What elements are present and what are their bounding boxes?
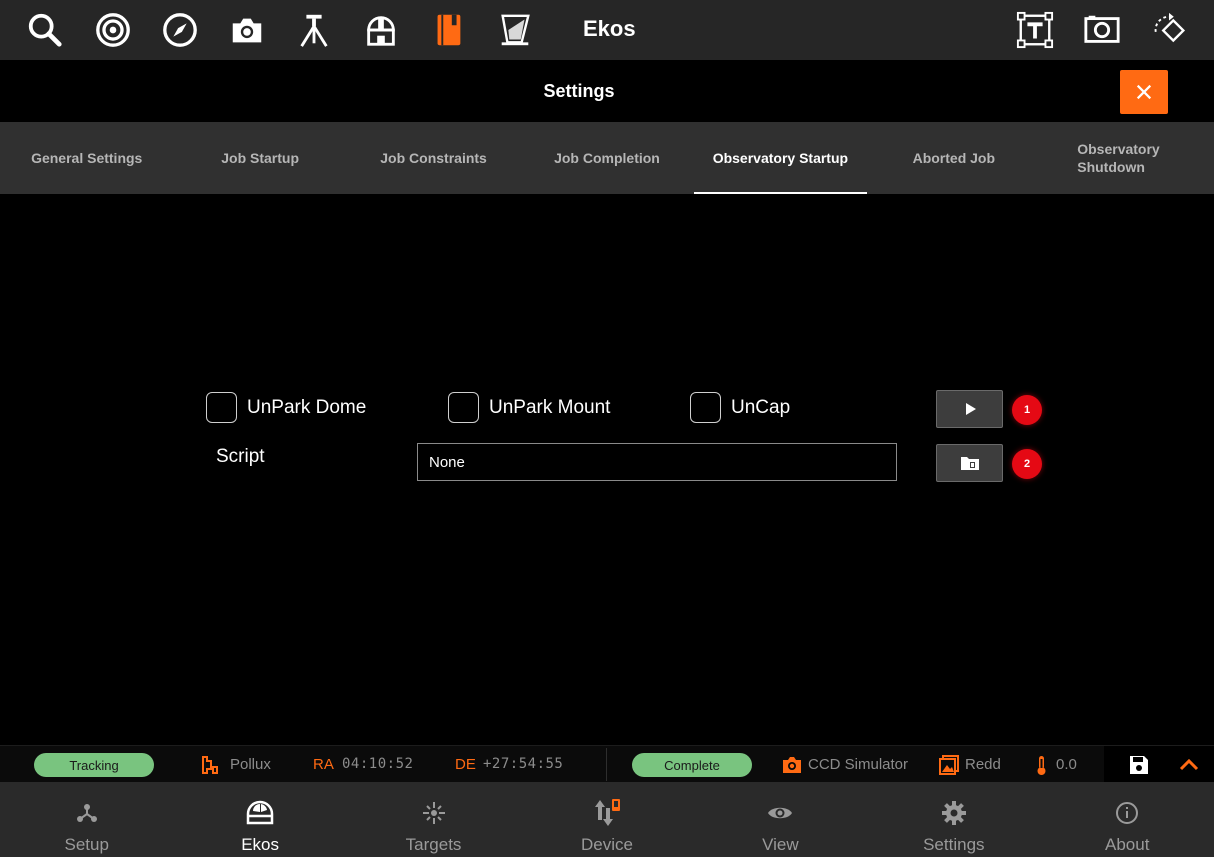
nav-ekos-label: Ekos [241, 835, 280, 854]
eye-icon [763, 796, 797, 830]
tab-job-constraints[interactable]: Job Constraints [347, 122, 520, 194]
uncap-option[interactable]: UnCap [690, 392, 790, 423]
camera-status-icon [783, 757, 801, 773]
unpark-mount-label: UnPark Mount [489, 396, 611, 418]
settings-header: Settings [0, 60, 1214, 122]
nav-view-label: View [762, 835, 799, 854]
gear-icon [937, 796, 971, 830]
target-icon[interactable] [92, 9, 134, 51]
tab-general-settings[interactable]: General Settings [0, 122, 173, 194]
run-startup-button[interactable] [936, 390, 1003, 428]
uncap-checkbox[interactable] [690, 392, 721, 423]
info-icon [1110, 796, 1144, 830]
de-value: +27:54:55 [483, 756, 564, 772]
unpark-dome-option[interactable]: UnPark Dome [206, 392, 366, 423]
status-actions [1104, 746, 1214, 783]
observatory-icon[interactable] [360, 9, 402, 51]
setup-icon [70, 796, 104, 830]
chevron-up-icon[interactable] [1178, 754, 1200, 776]
filter-icon [939, 755, 959, 775]
script-input[interactable]: None [417, 443, 897, 481]
nav-ekos[interactable]: Ekos [173, 782, 346, 857]
device-icon [590, 796, 624, 830]
bottom-navigation: Setup Ekos Targets Device View Settings [0, 782, 1214, 857]
nav-view[interactable]: View [694, 782, 867, 857]
temperature-value: 0.0 [1056, 756, 1077, 773]
script-label: Script [216, 446, 265, 467]
compass-icon[interactable] [159, 9, 201, 51]
targets-icon [417, 796, 451, 830]
close-button[interactable] [1120, 70, 1168, 114]
nav-device[interactable]: Device [520, 782, 693, 857]
tab-job-completion[interactable]: Job Completion [520, 122, 693, 194]
unpark-mount-option[interactable]: UnPark Mount [448, 392, 610, 423]
observatory-startup-panel: UnPark Dome UnPark Mount UnCap 1 Script … [0, 194, 1214, 745]
unpark-mount-checkbox[interactable] [448, 392, 479, 423]
nav-settings[interactable]: Settings [867, 782, 1040, 857]
tab-observatory-shutdown[interactable]: Observatory Shutdown [1041, 122, 1214, 194]
capture-status: Complete [664, 757, 720, 773]
camera-name: CCD Simulator [808, 756, 909, 773]
tab-job-startup[interactable]: Job Startup [173, 122, 346, 194]
notebook-icon[interactable] [427, 9, 469, 51]
search-icon[interactable] [24, 9, 66, 51]
close-icon [1136, 84, 1152, 100]
top-toolbar: Ekos [0, 0, 1214, 60]
uncap-label: UnCap [731, 396, 791, 418]
settings-tabs: General Settings Job Startup Job Constra… [0, 122, 1214, 194]
unpark-dome-label: UnPark Dome [247, 396, 367, 418]
tab-observatory-startup[interactable]: Observatory Startup [693, 122, 868, 194]
nav-targets[interactable]: Targets [347, 782, 520, 857]
ekos-icon [243, 796, 277, 830]
text-frame-icon[interactable] [1014, 9, 1056, 51]
screenshot-icon[interactable] [1081, 9, 1123, 51]
tab-aborted-job[interactable]: Aborted Job [867, 122, 1040, 194]
filter-name: Redd [965, 756, 1001, 773]
thermometer-icon [1037, 756, 1046, 775]
de-label: DE [455, 756, 476, 773]
nav-settings-label: Settings [923, 835, 985, 854]
step-badge-2: 2 [1012, 449, 1042, 479]
browse-script-button[interactable] [936, 444, 1003, 482]
settings-title: Settings [543, 81, 615, 101]
nav-device-label: Device [580, 835, 633, 854]
play-icon [965, 403, 976, 415]
step-badge-1: 1 [1012, 395, 1042, 425]
tripod-icon[interactable] [293, 9, 335, 51]
tab-observatory-shutdown-label: Observatory Shutdown [1077, 141, 1160, 175]
flat-panel-icon[interactable] [494, 9, 536, 51]
nav-setup-label: Setup [64, 835, 109, 854]
mount-icon [202, 756, 218, 774]
rotate-icon[interactable] [1148, 9, 1190, 51]
camera-icon[interactable] [226, 9, 268, 51]
app-title: Ekos [583, 16, 636, 41]
status-divider [606, 748, 607, 781]
capture-status-pill: Complete [632, 753, 752, 777]
target-name: Pollux [230, 756, 271, 773]
save-icon[interactable] [1128, 754, 1150, 776]
nav-about-label: About [1105, 835, 1150, 854]
nav-setup[interactable]: Setup [0, 782, 173, 857]
mount-status-pill: Tracking [34, 753, 154, 777]
nav-targets-label: Targets [405, 835, 462, 854]
ra-value: 04:10:52 [342, 756, 414, 772]
status-bar: Tracking Pollux RA 04:10:52 DE +27:54:55… [0, 745, 1214, 783]
unpark-dome-checkbox[interactable] [206, 392, 237, 423]
mount-status: Tracking [69, 757, 119, 773]
folder-icon [960, 457, 979, 470]
ra-label: RA [313, 756, 334, 773]
nav-about[interactable]: About [1041, 782, 1214, 857]
